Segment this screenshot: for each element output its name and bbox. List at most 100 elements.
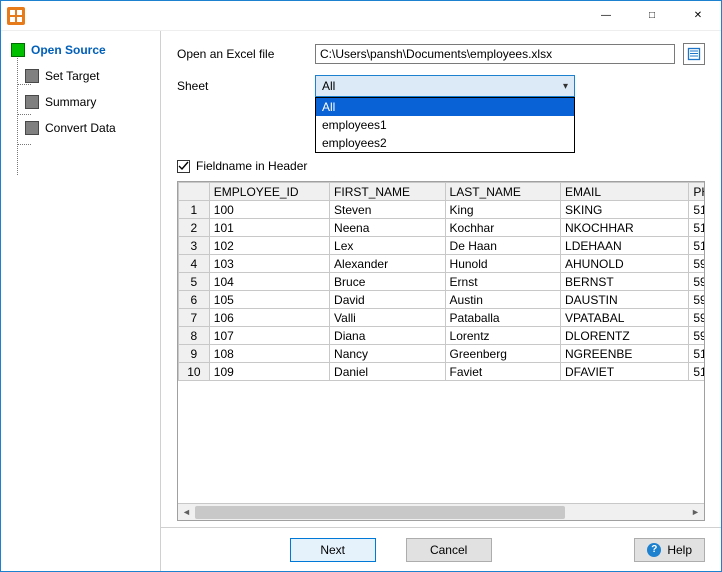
sidebar-item-label: Convert Data (45, 121, 116, 135)
scroll-thumb[interactable] (195, 506, 565, 519)
cell[interactable]: Faviet (445, 363, 560, 381)
cancel-button[interactable]: Cancel (406, 538, 492, 562)
cell[interactable]: Diana (330, 327, 445, 345)
cell[interactable]: 107 (209, 327, 329, 345)
cell[interactable]: 515.124.4569 (689, 345, 704, 363)
table-row[interactable]: 9108NancyGreenbergNGREENBE515.124.45698/… (179, 345, 705, 363)
cell[interactable]: DFAVIET (561, 363, 689, 381)
cell[interactable]: Kochhar (445, 219, 560, 237)
cell[interactable]: Daniel (330, 363, 445, 381)
scroll-right-icon[interactable]: ► (687, 504, 704, 520)
table-row[interactable]: 6105DavidAustinDAUSTIN590.423.45696/25/1 (179, 291, 705, 309)
sidebar-item-open-source[interactable]: Open Source (11, 37, 156, 63)
row-number: 9 (179, 345, 210, 363)
cell[interactable]: VPATABAL (561, 309, 689, 327)
cell[interactable]: Pataballa (445, 309, 560, 327)
cell[interactable]: 515.123.4568 (689, 219, 704, 237)
table-row[interactable]: 7106ValliPataballaVPATABAL590.423.45602/… (179, 309, 705, 327)
cell[interactable]: 590.423.4560 (689, 309, 704, 327)
row-number: 6 (179, 291, 210, 309)
cell[interactable]: NGREENBE (561, 345, 689, 363)
sheet-select[interactable]: All ▾ (315, 75, 575, 97)
sheet-option[interactable]: employees2 (316, 134, 574, 152)
cell[interactable]: 100 (209, 201, 329, 219)
data-grid: EMPLOYEE_ID FIRST_NAME LAST_NAME EMAIL P… (177, 181, 705, 521)
row-number: 7 (179, 309, 210, 327)
cell[interactable]: Valli (330, 309, 445, 327)
cell[interactable]: De Haan (445, 237, 560, 255)
grid-corner (179, 183, 210, 201)
cell[interactable]: 590.423.4569 (689, 291, 704, 309)
cell[interactable]: LDEHAAN (561, 237, 689, 255)
close-button[interactable]: ✕ (675, 1, 721, 30)
table-row[interactable]: 3102LexDe HaanLDEHAAN515.123.45691/13/1 (179, 237, 705, 255)
column-header[interactable]: EMAIL (561, 183, 689, 201)
horizontal-scrollbar[interactable]: ◄ ► (178, 503, 704, 520)
sidebar-item-label: Set Target (45, 69, 99, 83)
help-button-label: Help (667, 543, 692, 557)
open-file-label: Open an Excel file (177, 47, 307, 61)
cell[interactable]: 106 (209, 309, 329, 327)
cell[interactable]: 515.123.4567 (689, 201, 704, 219)
cell[interactable]: 103 (209, 255, 329, 273)
scroll-track[interactable] (195, 504, 687, 520)
maximize-button[interactable]: □ (629, 1, 675, 30)
column-header[interactable]: EMPLOYEE_ID (209, 183, 329, 201)
sidebar-item-summary[interactable]: Summary (11, 89, 156, 115)
check-icon (178, 161, 189, 172)
cell[interactable]: Austin (445, 291, 560, 309)
cell[interactable]: Nancy (330, 345, 445, 363)
next-button[interactable]: Next (290, 538, 376, 562)
column-header[interactable]: PHONE_NUMBER (689, 183, 704, 201)
cell[interactable]: 108 (209, 345, 329, 363)
column-header[interactable]: FIRST_NAME (330, 183, 445, 201)
cell[interactable]: Greenberg (445, 345, 560, 363)
cell[interactable]: Alexander (330, 255, 445, 273)
cell[interactable]: 101 (209, 219, 329, 237)
cell[interactable]: 102 (209, 237, 329, 255)
table-row[interactable]: 4103AlexanderHunoldAHUNOLD590.423.45671/… (179, 255, 705, 273)
cell[interactable]: 104 (209, 273, 329, 291)
fieldname-checkbox[interactable] (177, 160, 190, 173)
cell[interactable]: Bruce (330, 273, 445, 291)
browse-button[interactable] (683, 43, 705, 65)
file-path-input[interactable] (315, 44, 675, 64)
table-row[interactable]: 1100StevenKingSKING515.123.45676/17/1 (179, 201, 705, 219)
sheet-option[interactable]: employees1 (316, 116, 574, 134)
sidebar-item-label: Open Source (31, 43, 106, 57)
cell[interactable]: 590.423.4567 (689, 255, 704, 273)
cell[interactable]: 515.123.4569 (689, 237, 704, 255)
table-row[interactable]: 8107DianaLorentzDLORENTZ590.423.55672/7/… (179, 327, 705, 345)
cell[interactable]: David (330, 291, 445, 309)
cell[interactable]: NKOCHHAR (561, 219, 689, 237)
step-indicator-icon (25, 121, 39, 135)
cell[interactable]: 590.423.5567 (689, 327, 704, 345)
sidebar-item-set-target[interactable]: Set Target (11, 63, 156, 89)
sheet-option[interactable]: All (316, 98, 574, 116)
cell[interactable]: 515.124.4169 (689, 363, 704, 381)
cell[interactable]: AHUNOLD (561, 255, 689, 273)
cell[interactable]: 109 (209, 363, 329, 381)
cell[interactable]: 105 (209, 291, 329, 309)
cell[interactable]: BERNST (561, 273, 689, 291)
cell[interactable]: DAUSTIN (561, 291, 689, 309)
cell[interactable]: SKING (561, 201, 689, 219)
table-row[interactable]: 10109DanielFavietDFAVIET515.124.41698/16… (179, 363, 705, 381)
cell[interactable]: Lorentz (445, 327, 560, 345)
cell[interactable]: 590.423.4568 (689, 273, 704, 291)
cell[interactable]: DLORENTZ (561, 327, 689, 345)
scroll-left-icon[interactable]: ◄ (178, 504, 195, 520)
sidebar-item-convert-data[interactable]: Convert Data (11, 115, 156, 141)
help-button[interactable]: ? Help (634, 538, 705, 562)
cell[interactable]: Steven (330, 201, 445, 219)
table-row[interactable]: 2101NeenaKochharNKOCHHAR515.123.45689/21… (179, 219, 705, 237)
step-indicator-icon (11, 43, 25, 57)
column-header[interactable]: LAST_NAME (445, 183, 560, 201)
minimize-button[interactable]: — (583, 1, 629, 30)
cell[interactable]: King (445, 201, 560, 219)
cell[interactable]: Neena (330, 219, 445, 237)
cell[interactable]: Lex (330, 237, 445, 255)
cell[interactable]: Ernst (445, 273, 560, 291)
table-row[interactable]: 5104BruceErnstBERNST590.423.45685/21/1 (179, 273, 705, 291)
cell[interactable]: Hunold (445, 255, 560, 273)
